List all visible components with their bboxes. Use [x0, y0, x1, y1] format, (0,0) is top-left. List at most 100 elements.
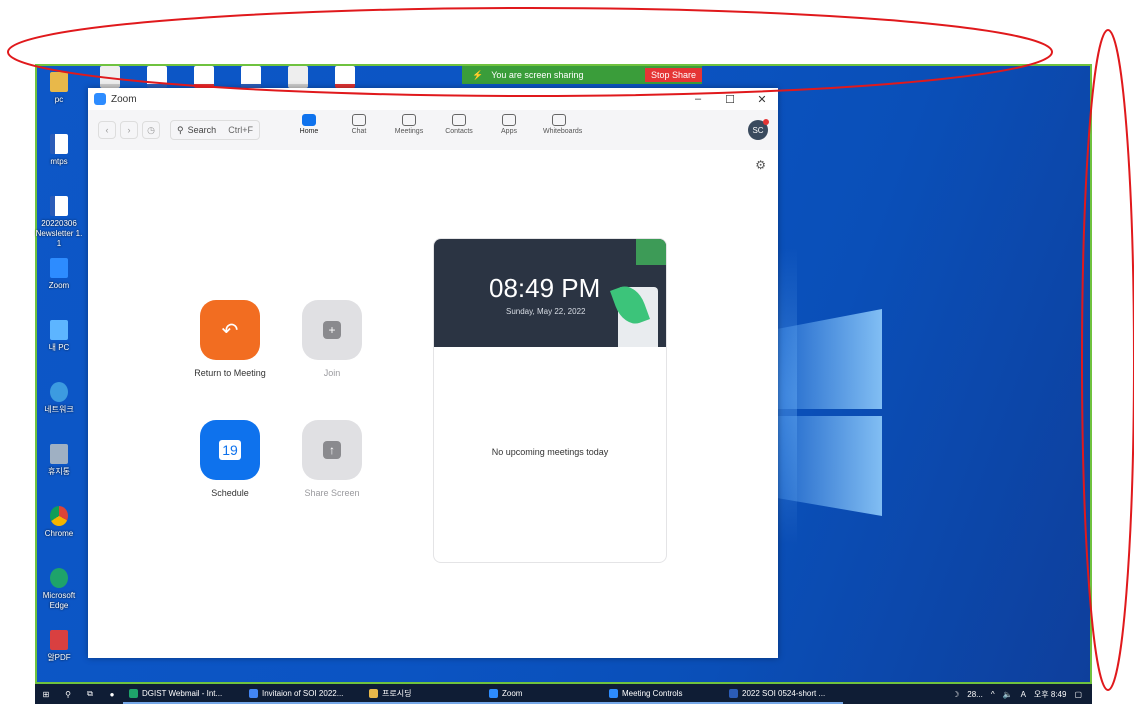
- join-button[interactable]: + Join: [282, 300, 382, 378]
- arrow-up-icon: ↑: [323, 441, 341, 459]
- desktop-icon[interactable]: 휴지통: [34, 444, 84, 477]
- search-icon[interactable]: ⚲: [57, 684, 79, 704]
- minimize-icon[interactable]: –: [682, 93, 714, 106]
- share-screen-button[interactable]: ↑ Share Screen: [282, 420, 382, 498]
- computer-icon: [50, 320, 68, 340]
- edge-icon: [129, 688, 138, 698]
- zoom-window: Zoom – ☐ ✕ ‹ › ◷ ⚲ Search Ctrl+F Home Cha…: [88, 88, 778, 658]
- clock-banner: 08:49 PM Sunday, May 22, 2022: [434, 239, 666, 347]
- desktop-icon[interactable]: 20220306 Newsletter 1. 1: [34, 196, 84, 249]
- stop-share-button[interactable]: Stop Share: [644, 68, 702, 82]
- desktop-icon[interactable]: pc: [34, 72, 84, 105]
- network-icon: [50, 382, 68, 402]
- taskbar-item[interactable]: Invitaion of SOI 2022...: [243, 684, 363, 704]
- zoom-icon: [50, 258, 68, 278]
- pdf-icon[interactable]: [335, 66, 355, 88]
- close-icon[interactable]: ✕: [746, 93, 778, 106]
- desktop-icon-label: mtps: [50, 157, 68, 166]
- desktop-icon[interactable]: Microsoft Edge: [34, 568, 84, 611]
- task-view-icon[interactable]: ⧉: [79, 684, 101, 704]
- gear-icon[interactable]: ⚙: [755, 158, 766, 172]
- search-icon: ⚲: [177, 124, 184, 135]
- apps-icon: [502, 114, 516, 126]
- share-status-text: You are screen sharing: [491, 70, 584, 80]
- forward-button[interactable]: ›: [120, 121, 138, 139]
- word-document-icon[interactable]: [241, 66, 261, 88]
- clock-date: Sunday, May 22, 2022: [506, 307, 586, 316]
- window-titlebar: Zoom – ☐ ✕: [88, 88, 778, 110]
- weather-text: 28...: [967, 689, 983, 699]
- pdf-app-icon: [50, 630, 68, 650]
- desktop-icon-label: 내 PC: [48, 343, 70, 352]
- zoom-icon: [609, 688, 618, 698]
- desktop-icon[interactable]: mtps: [34, 134, 84, 167]
- ime-indicator[interactable]: A: [1021, 690, 1026, 699]
- zoom-icon: [489, 688, 498, 698]
- tab-apps[interactable]: Apps: [493, 114, 525, 135]
- share-icon: ⚡: [472, 69, 484, 80]
- weather-icon: ☽: [952, 689, 960, 699]
- desktop-icon[interactable]: Chrome: [34, 506, 84, 539]
- system-tray: ☽ 28... ^ 🔈 A 오후 8:49 ▢: [952, 689, 1092, 700]
- word-document-icon: [50, 134, 68, 154]
- chevron-up-icon[interactable]: ^: [991, 690, 995, 699]
- chrome-icon: [249, 688, 258, 698]
- search-input[interactable]: ⚲ Search Ctrl+F: [170, 120, 260, 140]
- desktop-icon-label: 알PDF: [47, 653, 71, 662]
- taskbar-item[interactable]: Zoom: [483, 684, 603, 704]
- back-button[interactable]: ‹: [98, 121, 116, 139]
- meetings-card: 08:49 PM Sunday, May 22, 2022 No upcomin…: [433, 238, 667, 563]
- desktop-icon[interactable]: 알PDF: [34, 630, 84, 663]
- taskbar-item[interactable]: DGIST Webmail - Int...: [123, 684, 243, 704]
- chrome-icon[interactable]: ●: [101, 684, 123, 704]
- return-to-meeting-button[interactable]: ↶ Return to Meeting: [180, 300, 280, 378]
- calendar-icon: 19: [200, 420, 260, 480]
- tab-whiteboards[interactable]: Whiteboards: [543, 114, 582, 135]
- word-document-icon: [50, 196, 68, 216]
- word-icon: [729, 688, 738, 698]
- zoom-toolbar: ‹ › ◷ ⚲ Search Ctrl+F Home Chat Meetings Co…: [88, 110, 778, 150]
- tab-chat[interactable]: Chat: [343, 114, 375, 135]
- word-document-icon[interactable]: [147, 66, 167, 88]
- tab-meetings[interactable]: Meetings: [393, 114, 425, 135]
- desktop-icon[interactable]: 네트워크: [34, 382, 84, 415]
- home-icon: [302, 114, 316, 126]
- nav-tabs: Home Chat Meetings Contacts Apps Whiteboards: [293, 114, 582, 135]
- history-button[interactable]: ◷: [142, 121, 160, 139]
- tab-home[interactable]: Home: [293, 114, 325, 135]
- taskbar-item[interactable]: 프로시딩: [363, 684, 483, 704]
- desktop-icon-label: 휴지통: [47, 467, 71, 476]
- clock-time: 08:49 PM: [489, 273, 601, 303]
- chrome-icon: [50, 506, 68, 526]
- chat-icon: [352, 114, 366, 126]
- desktop-icon-label: pc: [54, 95, 64, 104]
- taskbar-item[interactable]: Meeting Controls: [603, 684, 723, 704]
- top-taskbar-icons: [100, 66, 355, 88]
- desktop-icon-label: 20220306 Newsletter 1. 1: [35, 219, 83, 248]
- desktop-icon[interactable]: Zoom: [34, 258, 84, 291]
- window-title: Zoom: [111, 93, 137, 105]
- windows-logo: [777, 291, 887, 536]
- desktop-icon[interactable]: 내 PC: [34, 320, 84, 353]
- whiteboard-icon: [552, 114, 566, 126]
- screenshot: pc mtps 20220306 Newsletter 1. 1 Zoom 내 PC 네트…: [0, 0, 1134, 704]
- maximize-icon[interactable]: ☐: [714, 93, 746, 106]
- app-icon[interactable]: [100, 66, 120, 88]
- taskbar-item[interactable]: 2022 SOI 0524-short ...: [723, 684, 843, 704]
- no-meetings-text: No upcoming meetings today: [491, 447, 609, 457]
- return-icon: ↶: [200, 300, 260, 360]
- volume-icon[interactable]: 🔈: [1003, 690, 1013, 699]
- avatar[interactable]: SC: [748, 119, 769, 140]
- clock[interactable]: 오후 8:49: [1034, 689, 1067, 700]
- desktop-icon-label: Microsoft Edge: [42, 591, 76, 610]
- clock-icon: [402, 114, 416, 126]
- desktop-icon-label: Zoom: [48, 281, 70, 290]
- schedule-button[interactable]: 19 Schedule: [180, 420, 280, 498]
- windows-start-icon[interactable]: ⊞: [35, 684, 57, 704]
- pdf-icon[interactable]: [194, 66, 214, 88]
- notepad-icon[interactable]: [288, 66, 308, 88]
- plus-icon: +: [323, 321, 341, 339]
- tab-contacts[interactable]: Contacts: [443, 114, 475, 135]
- notification-icon[interactable]: ▢: [1074, 690, 1082, 699]
- contacts-icon: [452, 114, 466, 126]
